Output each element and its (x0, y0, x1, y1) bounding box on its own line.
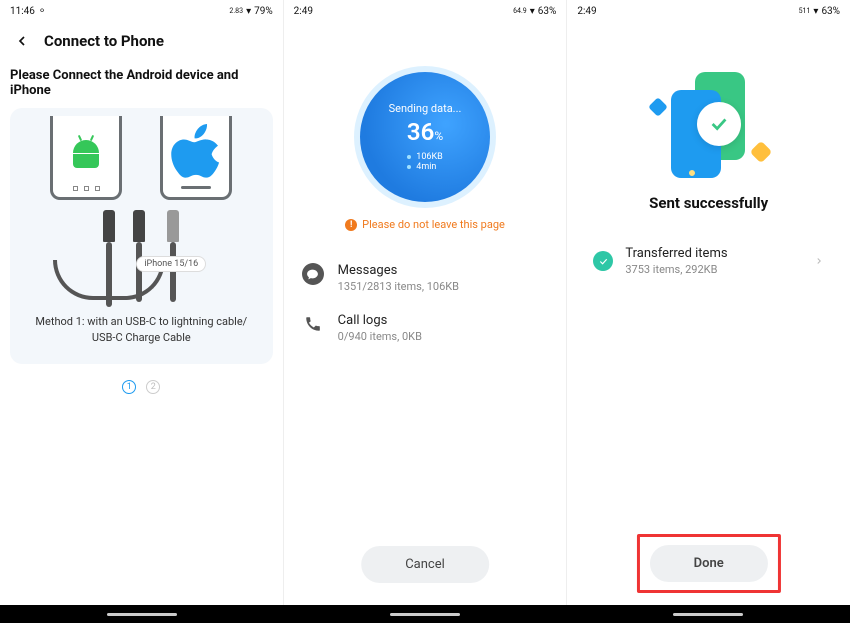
usb-c-plug-icon (103, 210, 115, 242)
status-battery: 63% (821, 6, 840, 17)
success-block: Sent successfully (567, 72, 850, 212)
item-title: Call logs (338, 313, 422, 328)
header: Connect to Phone (0, 22, 283, 60)
row-subtitle: 3753 items, 292KB (625, 263, 802, 276)
messages-icon (302, 263, 324, 285)
warning-text: Please do not leave this page (362, 218, 505, 231)
page-subtitle: Please Connect the Android device and iP… (0, 60, 283, 108)
wifi-icon: ▾ (530, 6, 535, 17)
row-title: Transferred items (625, 246, 802, 261)
item-subtitle: 0/940 items, 0KB (338, 330, 422, 343)
status-net: 64.9 (513, 8, 527, 15)
list-item: Call logs 0/940 items, 0KB (298, 303, 553, 353)
list-item: Messages 1351/2813 items, 106KB (298, 253, 553, 303)
pager-dot-2[interactable]: 2 (146, 380, 160, 394)
status-time: 2:49 (294, 6, 313, 17)
sending-label: Sending data... (389, 102, 462, 115)
success-illustration (649, 72, 769, 182)
lightning-plug-icon (167, 210, 179, 242)
screen-connect: 11:46 ⚬ 2.83 ▾ 79% Connect to Phone Plea… (0, 0, 283, 623)
status-bar: 2:49 511 ▾ 63% (567, 0, 850, 22)
cancel-button[interactable]: Cancel (361, 546, 489, 583)
sending-progress: Sending data... 36% 106KB 4min ! Please … (284, 72, 567, 231)
cable-label: iPhone 15/16 (136, 256, 206, 272)
status-bar: 11:46 ⚬ 2.83 ▾ 79% (0, 0, 283, 22)
status-net: 2.83 (229, 8, 243, 15)
wifi-icon: ▾ (813, 6, 818, 17)
bottom-nav (0, 605, 850, 623)
checkmark-icon (697, 102, 741, 146)
transfer-list: Messages 1351/2813 items, 106KB Call log… (284, 253, 567, 353)
iphone-icon (160, 116, 232, 200)
method-caption: Method 1: with an USB-C to lightning cab… (18, 314, 265, 346)
done-button[interactable]: Done (650, 545, 768, 582)
status-battery: 79% (254, 6, 273, 17)
screen-sending: 2:49 64.9 ▾ 63% Sending data... 36% 106K… (283, 0, 567, 623)
check-icon (593, 251, 613, 271)
connection-illustration: iPhone 15/16 Method 1: with an USB-C to … (10, 108, 273, 364)
status-time: 11:46 (10, 6, 35, 17)
usb-c-plug-icon (133, 210, 145, 242)
page-title: Connect to Phone (44, 32, 164, 50)
status-time: 2:49 (577, 6, 596, 17)
done-highlight: Done (637, 534, 781, 593)
cables-illustration: iPhone 15/16 (18, 210, 265, 300)
warning-banner: ! Please do not leave this page (345, 218, 505, 231)
progress-circle: Sending data... 36% 106KB 4min (360, 72, 490, 202)
status-net: 511 (799, 8, 811, 15)
screen-success: 2:49 511 ▾ 63% Sent successfully Transfe… (566, 0, 850, 623)
item-subtitle: 1351/2813 items, 106KB (338, 280, 459, 293)
back-icon[interactable] (14, 33, 30, 49)
status-bar: 2:49 64.9 ▾ 63% (284, 0, 567, 22)
item-title: Messages (338, 263, 459, 278)
warning-icon: ! (345, 219, 357, 231)
status-battery: 63% (538, 6, 557, 17)
pager: 1 2 (0, 380, 283, 394)
android-phone-icon (50, 116, 122, 200)
sending-percent: 36% (407, 118, 443, 146)
sending-stats: 106KB 4min (407, 152, 442, 172)
success-title: Sent successfully (649, 194, 768, 212)
pager-dot-1[interactable]: 1 (122, 380, 136, 394)
status-icons: ⚬ (38, 6, 48, 16)
calllogs-icon (302, 313, 324, 335)
transferred-items-row[interactable]: Transferred items 3753 items, 292KB (577, 234, 840, 288)
chevron-right-icon (814, 254, 824, 268)
wifi-icon: ▾ (246, 6, 251, 17)
